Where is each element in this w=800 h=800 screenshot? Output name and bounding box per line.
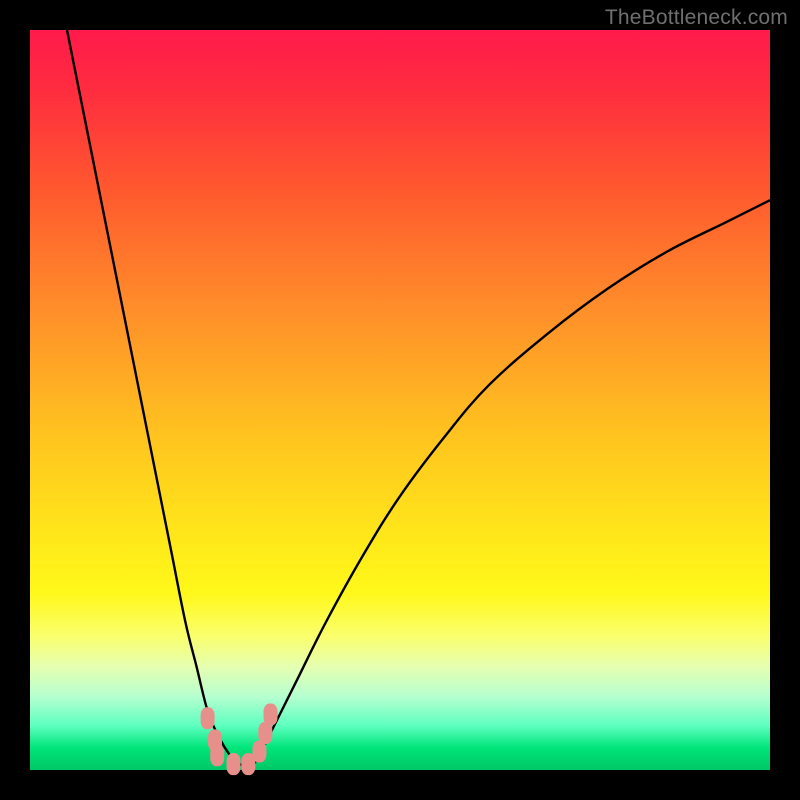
trough-marker — [210, 744, 224, 766]
chart-frame: TheBottleneck.com — [0, 0, 800, 800]
watermark-text: TheBottleneck.com — [605, 6, 788, 30]
trough-marker — [264, 704, 278, 726]
curve-right-arm — [252, 200, 770, 766]
plot-area — [30, 30, 770, 770]
trough-markers — [201, 704, 278, 776]
chart-svg — [30, 30, 770, 770]
trough-marker — [201, 707, 215, 729]
trough-marker — [227, 753, 241, 775]
curve-left-arm — [67, 30, 245, 766]
